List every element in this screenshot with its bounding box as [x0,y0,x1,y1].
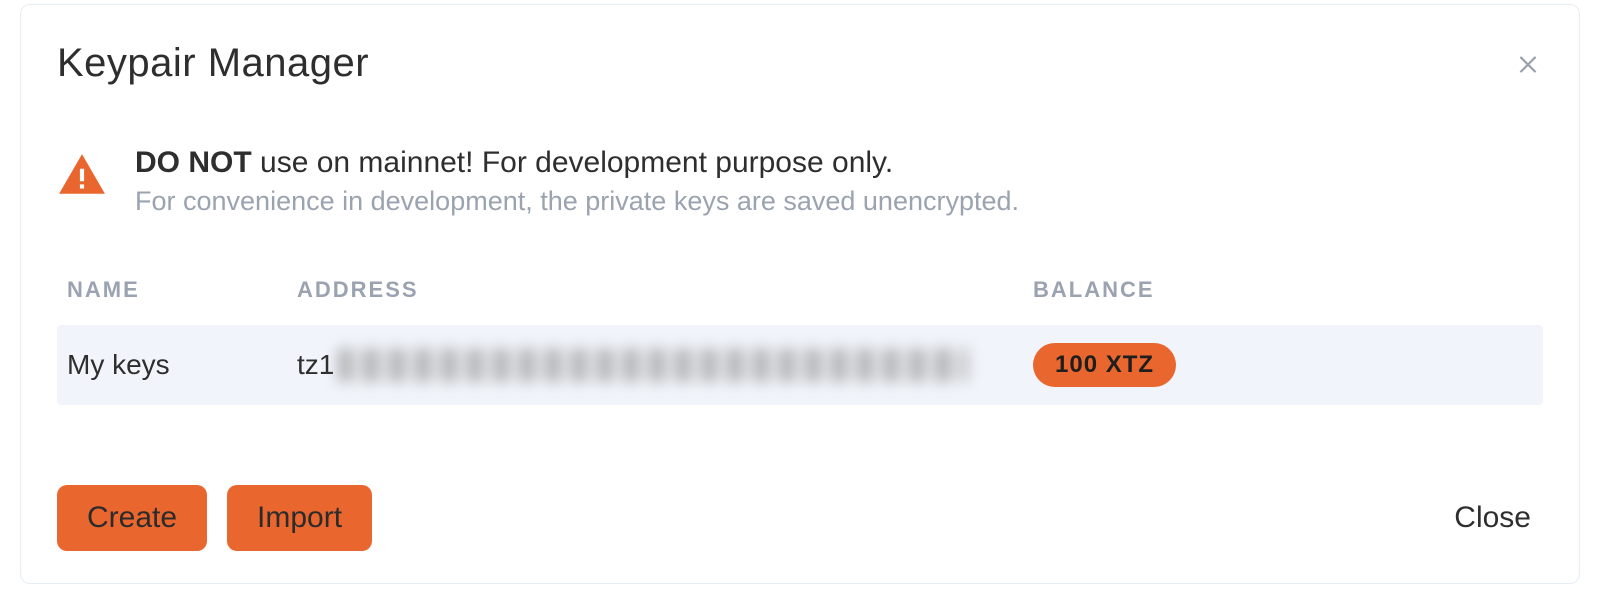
warning-bold: DO NOT [135,146,252,179]
warning-subtext: For convenience in development, the priv… [135,186,1019,217]
create-button[interactable]: Create [57,485,207,551]
keypair-address: tz1 [297,348,1033,382]
table-header: NAME ADDRESS BALANCE [57,277,1543,325]
address-blurred [338,348,968,382]
col-header-balance: BALANCE [1033,277,1533,303]
keypair-balance-cell: 100 XTZ [1033,343,1533,387]
keypair-name: My keys [67,349,297,381]
col-header-name: NAME [67,277,297,303]
warning-banner: DO NOT use on mainnet! For development p… [57,146,1543,217]
table-row[interactable]: My keys tz1 100 XTZ [57,325,1543,405]
warning-rest: use on mainnet! For development purpose … [252,146,893,179]
warning-text: DO NOT use on mainnet! For development p… [135,146,1019,217]
col-header-address: ADDRESS [297,277,1033,303]
close-icon[interactable] [1515,49,1541,81]
keypair-table: NAME ADDRESS BALANCE My keys tz1 100 XTZ [57,277,1543,405]
address-prefix: tz1 [297,349,334,381]
warning-icon [57,150,107,205]
close-button[interactable]: Close [1442,493,1543,543]
modal-footer: Create Import Close [57,485,1543,551]
modal-title: Keypair Manager [57,41,1543,86]
import-button[interactable]: Import [227,485,372,551]
keypair-manager-modal: Keypair Manager DO NOT use on mainnet! F… [20,4,1580,584]
balance-badge: 100 XTZ [1033,343,1176,387]
